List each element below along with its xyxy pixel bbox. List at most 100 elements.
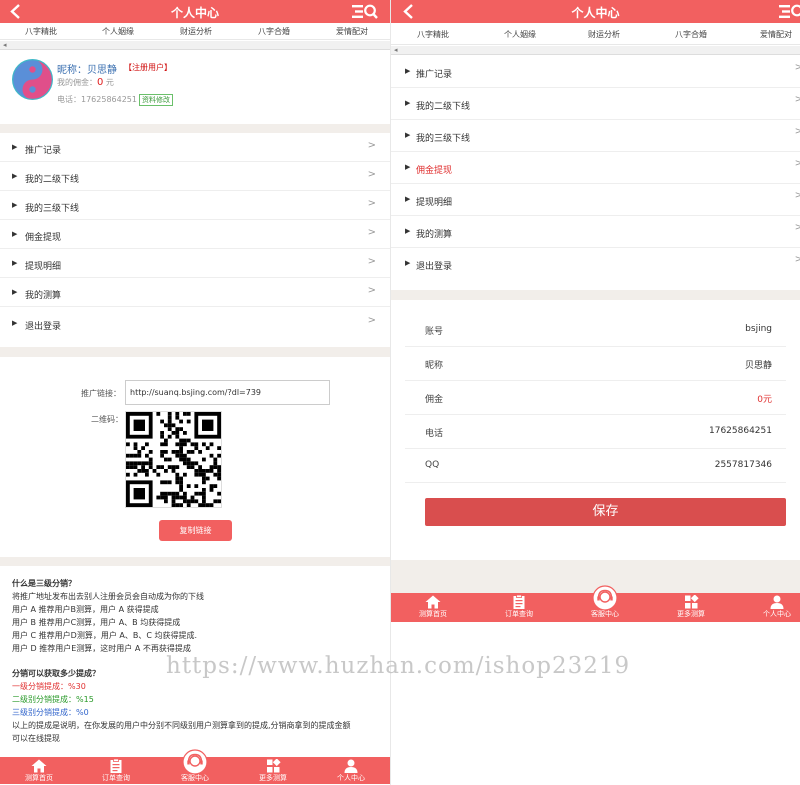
tab-service[interactable]: 客服中心 xyxy=(165,749,225,784)
category-tab[interactable]: 个人姻缘 xyxy=(504,29,536,40)
menu-item-label: 我的三级下线 xyxy=(416,134,471,144)
tab-more[interactable]: 更多测算 xyxy=(661,593,721,620)
grid-icon xyxy=(685,595,699,609)
qr-code-image xyxy=(126,412,221,507)
info-value: 2557817346 xyxy=(714,460,772,470)
section-gap xyxy=(0,557,390,566)
scroll-left-icon[interactable]: ◂ xyxy=(394,46,398,54)
category-tab[interactable]: 八字合婚 xyxy=(258,26,290,37)
info-row-phone: 电话 17625864251 xyxy=(405,415,786,449)
menu-item[interactable]: ▶ 我的二级下线 > xyxy=(0,162,390,191)
tab-home[interactable]: 测算首页 xyxy=(403,593,463,620)
menu-item-label: 提现明细 xyxy=(416,198,453,208)
tab-service[interactable]: 客服中心 xyxy=(575,585,635,620)
menu-item[interactable]: ▶ 推广记录 > xyxy=(0,133,390,162)
category-nav: 八字精批 个人姻缘 财运分析 八字合婚 爱情配对 xyxy=(391,23,800,45)
menu-item-label: 推广记录 xyxy=(416,70,453,80)
user-tag: 【注册用户】 xyxy=(124,63,172,72)
menu-item[interactable]: ▶ 退出登录 > xyxy=(0,307,390,339)
faq-line: 将推广地址发布出去别人注册会员会自动成为你的下线 xyxy=(12,592,204,601)
scroll-left-icon[interactable]: ◂ xyxy=(3,41,7,49)
level3-commission: 三级别分销提成：%0 xyxy=(12,708,89,717)
menu-item[interactable]: ▶ 提现明细 > xyxy=(0,249,390,278)
tab-orders[interactable]: 订单查询 xyxy=(86,757,146,784)
user-icon xyxy=(344,759,358,773)
horizontal-scrollbar[interactable]: ◂ xyxy=(0,41,390,50)
info-value: bsjing xyxy=(745,324,772,334)
chevron-right-icon: > xyxy=(367,169,376,180)
bullet-icon: ▶ xyxy=(12,172,18,180)
menu-search-icon[interactable] xyxy=(352,4,378,19)
menu-item-label: 退出登录 xyxy=(416,262,453,272)
menu-item[interactable]: ▶ 退出登录 > xyxy=(391,248,800,282)
tab-profile[interactable]: 个人中心 xyxy=(321,757,381,784)
nickname: 昵称：贝思静 xyxy=(57,61,117,76)
level1-commission: 一级分销提成：%30 xyxy=(12,682,86,691)
menu-item-active[interactable]: ▶ 佣金提现 > xyxy=(391,152,800,184)
info-value: 17625864251 xyxy=(709,426,772,436)
category-tab[interactable]: 八字精批 xyxy=(25,26,57,37)
category-tab[interactable]: 八字合婚 xyxy=(675,29,707,40)
chevron-right-icon: > xyxy=(794,222,800,233)
menu-item[interactable]: ▶ 我的三级下线 > xyxy=(391,120,800,152)
chevron-right-icon: > xyxy=(367,198,376,209)
copy-link-button[interactable]: 复制链接 xyxy=(159,520,232,541)
menu-item[interactable]: ▶ 佣金提现 > xyxy=(0,220,390,249)
info-key: 佣金 xyxy=(425,395,444,405)
menu-item[interactable]: ▶ 提现明细 > xyxy=(391,184,800,216)
info-key: 电话 xyxy=(425,429,444,439)
category-tab[interactable]: 财运分析 xyxy=(588,29,620,40)
bullet-icon: ▶ xyxy=(12,319,18,327)
level2-commission: 二级别分销提成：%15 xyxy=(12,695,94,704)
user-icon xyxy=(770,595,784,609)
save-button[interactable]: 保存 xyxy=(425,498,786,526)
category-tab[interactable]: 爱情配对 xyxy=(760,29,792,40)
tab-profile[interactable]: 个人中心 xyxy=(747,593,800,620)
menu-item-label: 我的二级下线 xyxy=(25,175,80,185)
chevron-right-icon: > xyxy=(367,227,376,238)
bullet-icon: ▶ xyxy=(405,227,411,235)
tab-label: 更多测算 xyxy=(677,610,705,618)
chevron-right-icon: > xyxy=(794,190,800,201)
promo-link-input[interactable] xyxy=(125,380,330,405)
nickname-value: 贝思静 xyxy=(87,65,117,76)
tab-label: 订单查询 xyxy=(505,610,533,618)
avatar xyxy=(12,59,53,100)
watermark: https://www.huzhan.com/ishop23219 xyxy=(166,653,631,679)
home-icon xyxy=(425,595,441,609)
category-tab[interactable]: 个人姻缘 xyxy=(102,26,134,37)
category-tab[interactable]: 八字精批 xyxy=(417,29,449,40)
menu-item-label: 我的测算 xyxy=(25,291,62,301)
menu-item[interactable]: ▶ 推广记录 > xyxy=(391,56,800,88)
horizontal-scrollbar[interactable]: ◂ xyxy=(391,46,800,55)
chevron-right-icon: > xyxy=(367,140,376,151)
menu-item-label: 提现明细 xyxy=(25,262,62,272)
edit-profile-button[interactable]: 资料修改 xyxy=(139,94,173,106)
qr-code xyxy=(125,411,222,508)
faq-line: 用户 A 推荐用户B测算，用户 A 获得提成 xyxy=(12,605,159,614)
bullet-icon: ▶ xyxy=(405,99,411,107)
menu-item-label: 我的测算 xyxy=(416,230,453,240)
menu-item[interactable]: ▶ 我的测算 > xyxy=(0,278,390,307)
menu-item[interactable]: ▶ 我的二级下线 > xyxy=(391,88,800,120)
chevron-right-icon: > xyxy=(794,94,800,105)
tab-orders[interactable]: 订单查询 xyxy=(489,593,549,620)
menu-search-icon[interactable] xyxy=(779,4,800,19)
page-title: 个人中心 xyxy=(170,6,219,20)
menu-item[interactable]: ▶ 我的测算 > xyxy=(391,216,800,248)
tab-more[interactable]: 更多测算 xyxy=(243,757,303,784)
qr-label: 二维码： xyxy=(91,415,123,424)
customer-service-icon xyxy=(182,749,208,775)
tab-home[interactable]: 测算首页 xyxy=(9,757,69,784)
info-row-nickname: 昵称 贝思静 xyxy=(405,347,786,381)
info-key: QQ xyxy=(425,460,440,470)
tab-label: 个人中心 xyxy=(763,610,791,618)
bullet-icon: ▶ xyxy=(12,143,18,151)
bullet-icon: ▶ xyxy=(405,259,411,267)
info-row-commission: 佣金 0元 xyxy=(405,381,786,415)
chevron-right-icon: > xyxy=(794,254,800,265)
commission: 我的佣金：0 元 xyxy=(57,77,114,88)
category-tab[interactable]: 爱情配对 xyxy=(336,26,368,37)
category-tab[interactable]: 财运分析 xyxy=(180,26,212,37)
menu-item[interactable]: ▶ 我的三级下线 > xyxy=(0,191,390,220)
